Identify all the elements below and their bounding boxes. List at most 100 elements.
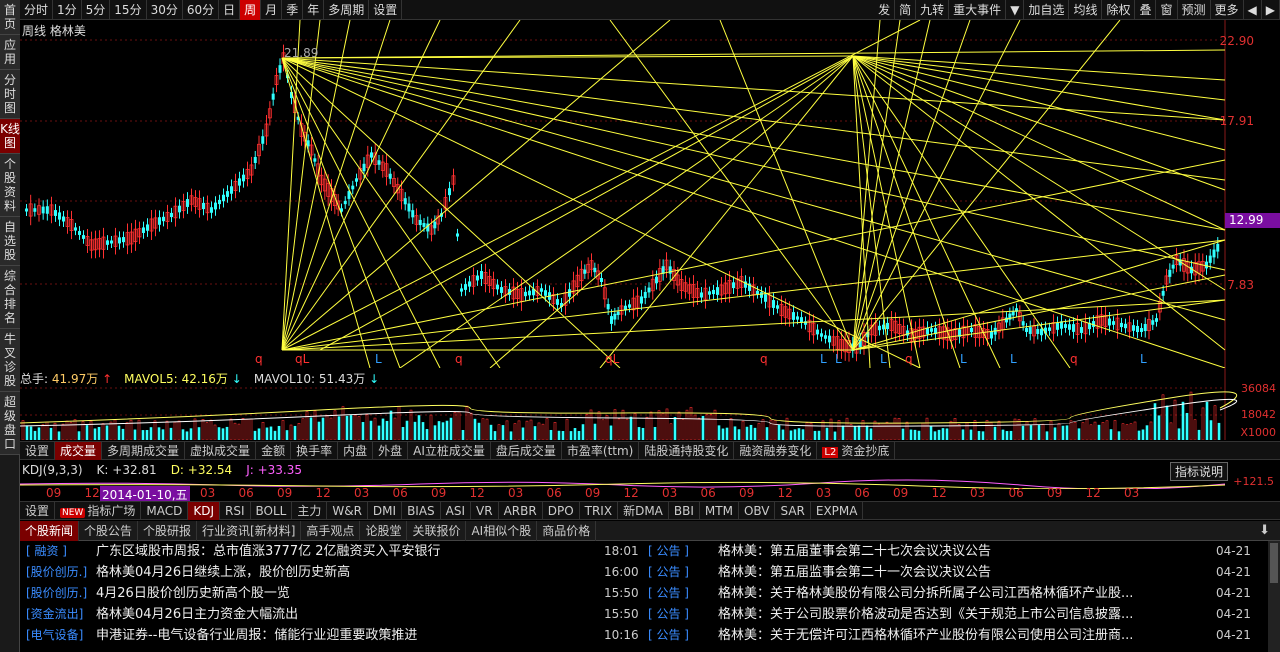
news-scrollbar[interactable] xyxy=(1268,541,1280,652)
indicator-tab[interactable]: 主力 xyxy=(292,502,328,520)
news-title[interactable]: 格林美04月26日继续上涨，股价创历史新高 xyxy=(96,562,596,583)
sidebar-tab[interactable]: 牛叉诊股 xyxy=(0,329,20,392)
news-title[interactable]: 4月26日股价创历史新高个股一览 xyxy=(96,583,596,604)
period-button[interactable]: 月 xyxy=(261,0,283,20)
news-category[interactable]: [ 融资 ] xyxy=(26,541,67,562)
news-tab[interactable]: 论股堂 xyxy=(360,521,408,541)
period-button[interactable]: 30分 xyxy=(147,0,183,20)
news-category[interactable]: [电气设备] xyxy=(26,625,83,646)
volume-indicator-tab[interactable]: 成交量 xyxy=(55,442,103,460)
volume-indicator-tab[interactable]: 虚拟成交量 xyxy=(185,442,257,460)
news-title[interactable]: 格林美：关于格林美股份有限公司分拆所属子公司江西格林循环产业股... xyxy=(718,583,1198,604)
toolbar-button[interactable]: 发 xyxy=(874,0,896,20)
volume-indicator-tab[interactable]: 盘后成交量 xyxy=(491,442,562,460)
period-button[interactable]: 设置 xyxy=(369,0,403,20)
news-title[interactable]: 格林美：第五届董事会第二十七次会议决议公告 xyxy=(718,541,1198,562)
period-button[interactable]: 1分 xyxy=(53,0,82,20)
toolbar-button[interactable]: 叠 xyxy=(1135,0,1157,20)
news-title[interactable]: 格林美：关于公司股票价格波动是否达到《关于规范上市公司信息披露... xyxy=(718,604,1198,625)
indicator-tab[interactable]: RSI xyxy=(220,502,251,520)
indicator-tab[interactable]: DPO xyxy=(543,502,580,520)
indicator-tab[interactable]: KDJ xyxy=(188,502,220,520)
kline-chart[interactable]: q qL Lq qL q L L Lq L Lq L 22.90 17.91 7.83 12.99 … xyxy=(20,19,1280,369)
volume-indicator-tab[interactable]: 金额 xyxy=(256,442,292,460)
indicator-tab[interactable]: DMI xyxy=(368,502,403,520)
indicator-tab[interactable]: BIAS xyxy=(402,502,441,520)
sidebar-tab[interactable]: 个股资料 xyxy=(0,154,20,217)
toolbar-button[interactable]: 均线 xyxy=(1069,0,1103,20)
toolbar-button[interactable]: 更多 xyxy=(1211,0,1244,20)
news-category[interactable]: [ 公告 ] xyxy=(648,604,689,625)
indicator-tab[interactable]: 新DMA xyxy=(618,502,669,520)
sidebar-tab[interactable]: K线图 xyxy=(0,119,20,154)
news-category[interactable]: [资金流出] xyxy=(26,604,83,625)
news-category[interactable]: [ 公告 ] xyxy=(648,541,689,562)
sidebar-tab[interactable]: 自选股 xyxy=(0,217,20,266)
news-row[interactable]: [电气设备] 申港证券--电气设备行业周报：储能行业迎重要政策推进 10:16 [ 公… xyxy=(20,625,1280,646)
sidebar-tab[interactable]: 分时图 xyxy=(0,70,20,119)
volume-indicator-tab[interactable]: 市盈率(ttm) xyxy=(562,442,640,460)
news-tab[interactable]: 个股研报 xyxy=(138,521,198,541)
indicator-tab[interactable]: BBI xyxy=(669,502,700,520)
toolbar-button[interactable]: 重大事件 xyxy=(949,0,1007,20)
sidebar-tab[interactable]: 超级盘口 xyxy=(0,392,20,455)
indicator-tab[interactable]: SAR xyxy=(775,502,811,520)
news-row[interactable]: [ 融资 ] 广东区域股市周报：总市值涨3777亿 2亿融资买入平安银行 18:01… xyxy=(20,541,1280,562)
volume-indicator-tab[interactable]: 陆股通持股变化 xyxy=(639,442,735,460)
news-row[interactable]: [资金流出] 格林美04月26日主力资金大幅流出 15:50 [ 公告 ] 格林美：关于… xyxy=(20,604,1280,625)
news-category[interactable]: [ 公告 ] xyxy=(648,583,689,604)
download-icon[interactable]: ⬇ xyxy=(1259,523,1270,538)
indicator-tab[interactable]: ARBR xyxy=(499,502,543,520)
indicator-tab[interactable]: MTM xyxy=(700,502,739,520)
period-button[interactable]: 周 xyxy=(240,0,262,20)
news-tab[interactable]: 高手观点 xyxy=(301,521,361,541)
toolbar-button[interactable]: 除权 xyxy=(1102,0,1136,20)
toolbar-button[interactable]: 加自选 xyxy=(1024,0,1070,20)
kline-svg[interactable]: q qL Lq qL q L L Lq L Lq L xyxy=(20,19,1280,369)
indicator-tab[interactable]: OBV xyxy=(739,502,776,520)
volume-indicator-tab[interactable]: 内盘 xyxy=(338,442,374,460)
period-button[interactable]: 5分 xyxy=(82,0,111,20)
indicator-tab[interactable]: VR xyxy=(471,502,499,520)
toolbar-button[interactable]: 简 xyxy=(895,0,917,20)
toolbar-button[interactable]: 预测 xyxy=(1178,0,1211,20)
period-button[interactable]: 年 xyxy=(303,0,325,20)
news-title[interactable]: 格林美04月26日主力资金大幅流出 xyxy=(96,604,596,625)
indicator-tab[interactable]: TRIX xyxy=(580,502,619,520)
period-button[interactable]: 季 xyxy=(282,0,304,20)
sidebar-tab[interactable]: 首页 xyxy=(0,0,20,35)
indicator-tab[interactable]: ASI xyxy=(441,502,472,520)
period-button[interactable]: 15分 xyxy=(110,0,147,20)
toolbar-button[interactable]: 窗 xyxy=(1156,0,1178,20)
indicator-tab[interactable]: W&R xyxy=(327,502,368,520)
scroll-thumb[interactable] xyxy=(1270,543,1278,583)
volume-indicator-tab[interactable]: AI立桩成交量 xyxy=(408,442,491,460)
volume-indicator-tab[interactable]: 换手率 xyxy=(291,442,339,460)
indicator-tab[interactable]: BOLL xyxy=(251,502,293,520)
news-tab[interactable]: 关联报价 xyxy=(407,521,467,541)
news-title[interactable]: 申港证券--电气设备行业周报：储能行业迎重要政策推进 xyxy=(96,625,596,646)
volume-indicator-tab[interactable]: L2 资金抄底 xyxy=(817,442,896,460)
volume-indicator-tab[interactable]: 外盘 xyxy=(373,442,409,460)
indicator-tab[interactable]: MACD xyxy=(141,502,189,520)
sidebar-tab[interactable]: 应用 xyxy=(0,35,20,70)
news-category[interactable]: [ 公告 ] xyxy=(648,562,689,583)
news-tab[interactable]: 行业资讯[新材料] xyxy=(197,521,302,541)
indicator-tab[interactable]: NEW 指标广场 xyxy=(55,502,142,520)
news-title[interactable]: 广东区域股市周报：总市值涨3777亿 2亿融资买入平安银行 xyxy=(96,541,596,562)
indicator-tab[interactable]: 设置 xyxy=(20,502,56,520)
period-button[interactable]: 多周期 xyxy=(324,0,370,20)
news-tab[interactable]: AI相似个股 xyxy=(466,521,538,541)
period-button[interactable]: 分时 xyxy=(20,0,54,20)
volume-indicator-tab[interactable]: 多周期成交量 xyxy=(102,442,186,460)
news-tab[interactable]: 个股公告 xyxy=(79,521,139,541)
news-tab[interactable]: 个股新闻 xyxy=(20,521,80,541)
news-tab[interactable]: 商品价格 xyxy=(537,521,597,541)
news-category[interactable]: [ 公告 ] xyxy=(648,625,689,646)
news-title[interactable]: 格林美：关于无偿许可江西格林循环产业股份有限公司使用公司注册商... xyxy=(718,625,1198,646)
volume-indicator-tab[interactable]: 设置 xyxy=(20,442,56,460)
news-row[interactable]: [股价创历.] 格林美04月26日继续上涨，股价创历史新高 16:00 [ 公告 ] 格… xyxy=(20,562,1280,583)
indicator-tab[interactable]: EXPMA xyxy=(811,502,864,520)
toolbar-button[interactable]: ◀ xyxy=(1244,0,1262,20)
volume-indicator-tab[interactable]: 融资融券变化 xyxy=(734,442,818,460)
